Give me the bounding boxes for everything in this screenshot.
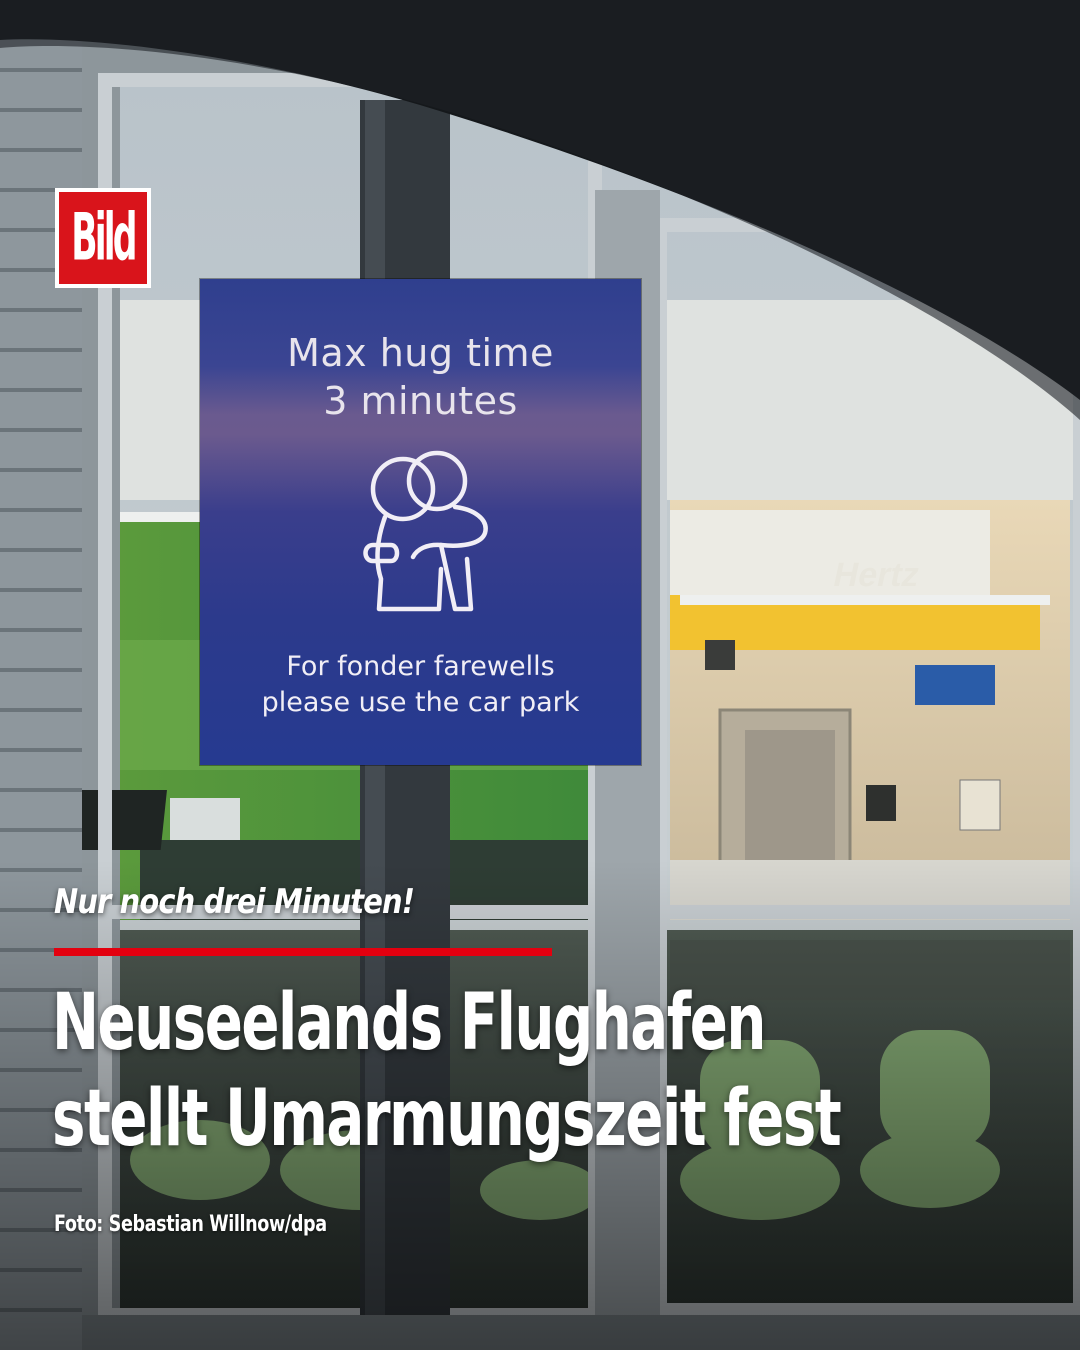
accent-rule	[54, 948, 552, 956]
hug-icon	[363, 450, 488, 612]
kicker-text: Nur noch drei Minuten!	[54, 882, 415, 922]
hug-time-sign: Max hug time 3 minutes For fonder farewe…	[200, 279, 641, 765]
bild-logo-text: Bild	[71, 200, 137, 276]
sign-title-line1: Max hug time	[287, 331, 554, 375]
sign-footer-line1: For fonder farewells	[286, 651, 555, 682]
headline-line2: stellt Umarmungszeit fest	[52, 1074, 842, 1164]
photo-credit: Foto: Sebastian Willnow/dpa	[54, 1212, 327, 1237]
hertz-sign: Hertz	[830, 556, 924, 594]
headline: Neuseelands Flughafen stellt Umarmungsze…	[52, 975, 842, 1167]
bild-logo: Bild	[55, 188, 151, 288]
sign-title-line2: 3 minutes	[323, 379, 518, 423]
sign-footer-line2: please use the car park	[261, 687, 580, 718]
headline-line1: Neuseelands Flughafen	[52, 978, 766, 1068]
post-image: Hertz Bild Max hug time 3 minutes For fo…	[0, 0, 1080, 1350]
